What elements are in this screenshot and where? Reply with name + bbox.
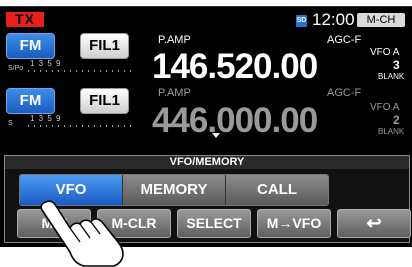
sub-agc-label: AGC-F [327, 87, 362, 99]
main-frequency[interactable]: 146.520.00 [152, 47, 318, 87]
sub-blank-label: BLANK [378, 127, 405, 136]
sub-mode-button[interactable]: FM [6, 88, 55, 114]
sd-card-icon: SD [296, 15, 307, 27]
meter-label: S [8, 120, 13, 127]
panel-title: VFO/MEMORY [5, 156, 409, 169]
tx-indicator: TX [6, 12, 44, 27]
sub-s-meter: S 1 3 5 9 [8, 114, 138, 132]
sub-pamp-label: P.AMP [158, 87, 191, 99]
main-vfo-number: 3 [393, 58, 400, 72]
pointing-hand-icon [40, 200, 124, 267]
meter-label: S/Po [8, 65, 24, 72]
main-vfo-label: VFO A [370, 47, 400, 58]
m-to-vfo-button[interactable]: M→VFO [257, 209, 331, 238]
main-pamp-label: P.AMP [158, 34, 191, 46]
meter-bar [28, 125, 133, 127]
main-agc-label: AGC-F [327, 34, 362, 46]
meter-scale: 1 3 5 9 [30, 59, 62, 68]
sub-vfo-number: 2 [393, 113, 400, 127]
sub-vfo-label: VFO A [370, 102, 400, 113]
main-mode-button[interactable]: FM [6, 33, 55, 59]
meter-bar [28, 70, 133, 72]
meter-scale: 1 3 5 9 [30, 114, 62, 123]
sub-filter-button[interactable]: FIL1 [80, 88, 129, 114]
select-button[interactable]: SELECT [177, 209, 251, 238]
main-s-meter: S/Po 1 3 5 9 [8, 59, 138, 77]
channel-badge: M-CH [357, 13, 405, 27]
main-blank-label: BLANK [378, 72, 405, 81]
call-tab[interactable]: CALL [226, 175, 328, 205]
main-filter-button[interactable]: FIL1 [80, 33, 129, 59]
memory-tab[interactable]: MEMORY [123, 175, 226, 205]
back-button[interactable]: ↩ [337, 209, 411, 238]
sub-frequency[interactable]: 446.000.00 [152, 101, 318, 141]
clock: 12:00 [312, 10, 355, 29]
